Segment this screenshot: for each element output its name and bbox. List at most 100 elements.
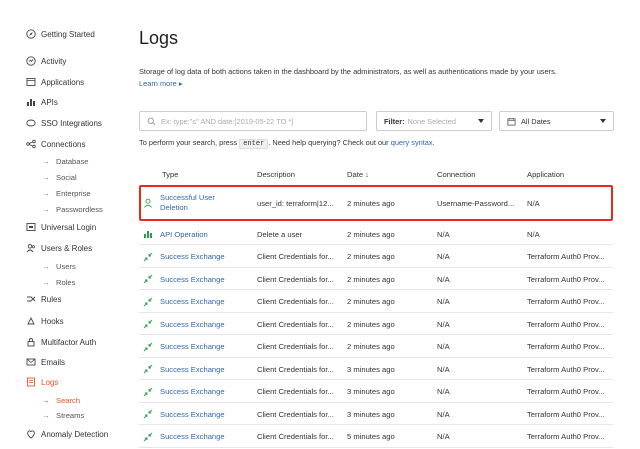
cell-type-label[interactable]: Success Exchange: [160, 297, 225, 306]
search-placeholder: Ex: type:"s" AND date:[2019-05-22 TO *]: [161, 116, 294, 126]
arrow-right-icon: →: [42, 410, 50, 420]
anomaly-icon: [26, 429, 36, 439]
sidebar-item-universal-login[interactable]: Universal Login: [26, 220, 96, 234]
sidebar-sub-social[interactable]: → Social: [42, 171, 77, 183]
cell-type[interactable]: Success Exchange: [143, 403, 225, 425]
sidebar-item-label: Logs: [41, 377, 59, 387]
sidebar-item-label: Multifactor Auth: [41, 337, 97, 347]
cell-type-label[interactable]: Success Exchange: [160, 320, 225, 329]
sidebar-item-getting-started[interactable]: Getting Started: [26, 27, 95, 41]
cell-type[interactable]: Success Exchange: [143, 426, 225, 448]
table-row[interactable]: Success Exchange Client Credentials for..…: [139, 291, 613, 313]
table-row[interactable]: Success Exchange Client Credentials for..…: [139, 426, 613, 448]
sidebar-sub-label: Streams: [56, 410, 85, 420]
sidebar-item-hooks[interactable]: Hooks: [26, 314, 64, 328]
sidebar-sub-label: Users: [56, 261, 76, 271]
sidebar-item-activity[interactable]: Activity: [26, 54, 66, 68]
cell-application: Terraform Auth0 Prov...: [527, 297, 605, 306]
cell-application: Terraform Auth0 Prov...: [527, 432, 605, 441]
column-header-connection[interactable]: Connection: [437, 170, 475, 179]
sidebar-item-anomaly-detection[interactable]: Anomaly Detection: [26, 427, 108, 441]
cell-type[interactable]: API Operation: [143, 223, 208, 245]
sidebar-sub-label: Roles: [56, 277, 76, 287]
cell-type-label[interactable]: Success Exchange: [160, 365, 225, 374]
arrow-right-icon: →: [42, 277, 50, 287]
column-header-date[interactable]: Date ↓: [347, 170, 369, 179]
column-header-description[interactable]: Description: [257, 170, 295, 179]
cell-type-label[interactable]: Success Exchange: [160, 387, 225, 396]
sidebar-sub-passwordless[interactable]: → Passwordless: [42, 203, 103, 215]
cell-connection: N/A: [437, 274, 450, 284]
cell-type-label[interactable]: Success Exchange: [160, 432, 225, 441]
sidebar-sub-users[interactable]: → Users: [42, 260, 76, 272]
sidebar-item-emails[interactable]: Emails: [26, 355, 65, 369]
dates-select[interactable]: All Dates: [499, 111, 614, 131]
cell-type-label[interactable]: API Operation: [160, 230, 208, 239]
cell-type[interactable]: Successful User Deletion: [143, 187, 230, 219]
query-syntax-link[interactable]: query syntax: [391, 138, 433, 147]
sidebar-item-label: Connections: [41, 139, 86, 149]
search-input[interactable]: Ex: type:"s" AND date:[2019-05-22 TO *]: [139, 111, 367, 131]
sidebar-item-users-roles[interactable]: Users & Roles: [26, 241, 92, 255]
sidebar-item-connections[interactable]: Connections: [26, 137, 85, 151]
table-row[interactable]: Success Exchange Client Credentials for..…: [139, 336, 613, 358]
cell-type[interactable]: Success Exchange: [143, 291, 225, 313]
sidebar-sub-streams[interactable]: → Streams: [42, 409, 84, 421]
cell-type-label[interactable]: Success Exchange: [160, 275, 225, 284]
sidebar-sub-roles[interactable]: → Roles: [42, 276, 75, 288]
filter-select[interactable]: Filter: None Selected: [376, 111, 492, 131]
column-header-type[interactable]: Type: [162, 170, 178, 179]
cell-type[interactable]: Success Exchange: [143, 268, 225, 290]
cell-type[interactable]: Success Exchange: [143, 313, 225, 335]
arrow-right-icon: →: [42, 204, 50, 214]
cell-connection: N/A: [437, 432, 450, 441]
cell-description: Client Credentials for...: [257, 364, 334, 374]
table-row[interactable]: Success Exchange Client Credentials for..…: [139, 246, 613, 268]
sidebar-item-label: APIs: [41, 97, 58, 107]
column-header-application[interactable]: Application: [527, 170, 564, 179]
sidebar-sub-database[interactable]: → Database: [42, 155, 89, 167]
cell-type[interactable]: Success Exchange: [143, 336, 225, 358]
cell-type[interactable]: Success Exchange: [143, 381, 225, 403]
cell-connection: N/A: [437, 364, 450, 374]
cell-date: 3 minutes ago: [347, 387, 395, 396]
table-row[interactable]: Success Exchange Client Credentials for..…: [139, 358, 613, 380]
sidebar-item-applications[interactable]: Applications: [26, 75, 84, 89]
cell-type-label[interactable]: Successful User Deletion: [160, 193, 230, 213]
table-row[interactable]: Success Exchange Client Credentials for..…: [139, 381, 613, 403]
cell-date: 2 minutes ago: [347, 229, 395, 239]
sidebar-sub-search[interactable]: → Search: [42, 394, 80, 406]
cell-application: N/A: [527, 229, 540, 239]
cell-application: Terraform Auth0 Prov...: [527, 319, 605, 329]
cell-type-label[interactable]: Success Exchange: [160, 410, 225, 419]
api-operation-icon: [143, 229, 153, 239]
table-row[interactable]: Success Exchange Client Credentials for..…: [139, 313, 613, 335]
table-row[interactable]: API Operation Delete a user 2 minutes ago N…: [139, 223, 613, 245]
cell-connection: N/A: [437, 229, 450, 239]
cell-description: Client Credentials for...: [257, 409, 334, 419]
cell-connection: N/A: [437, 409, 450, 419]
table-row[interactable]: Success Exchange Client Credentials for..…: [139, 403, 613, 425]
learn-more-link[interactable]: Learn more ▸: [139, 79, 183, 88]
cell-type[interactable]: Success Exchange: [143, 246, 225, 268]
sidebar-sub-label: Social: [56, 172, 77, 182]
cell-application: Terraform Auth0 Prov...: [527, 364, 605, 374]
table-row[interactable]: Successful User Deletion user_id: terrafo…: [139, 185, 613, 221]
sidebar-item-apis[interactable]: APIs: [26, 95, 58, 109]
cell-date: 2 minutes ago: [347, 274, 395, 284]
cell-type-label[interactable]: Success Exchange: [160, 252, 225, 261]
sidebar-item-sso[interactable]: SSO Integrations: [26, 116, 102, 130]
exchange-icon: [143, 319, 153, 329]
sidebar: Getting Started Activity Applications AP…: [0, 0, 125, 449]
sidebar-item-logs[interactable]: Logs: [26, 375, 58, 389]
cell-type-label[interactable]: Success Exchange: [160, 342, 225, 351]
sidebar-item-label: Activity: [41, 56, 67, 66]
sidebar-item-label: Getting Started: [41, 29, 95, 39]
cell-date: 5 minutes ago: [347, 432, 395, 441]
sidebar-sub-enterprise[interactable]: → Enterprise: [42, 187, 91, 199]
cell-type[interactable]: Success Exchange: [143, 358, 225, 380]
sidebar-item-multifactor[interactable]: Multifactor Auth: [26, 335, 96, 349]
sidebar-item-rules[interactable]: Rules: [26, 292, 61, 306]
arrow-right-icon: →: [42, 395, 50, 405]
table-row[interactable]: Success Exchange Client Credentials for..…: [139, 268, 613, 290]
